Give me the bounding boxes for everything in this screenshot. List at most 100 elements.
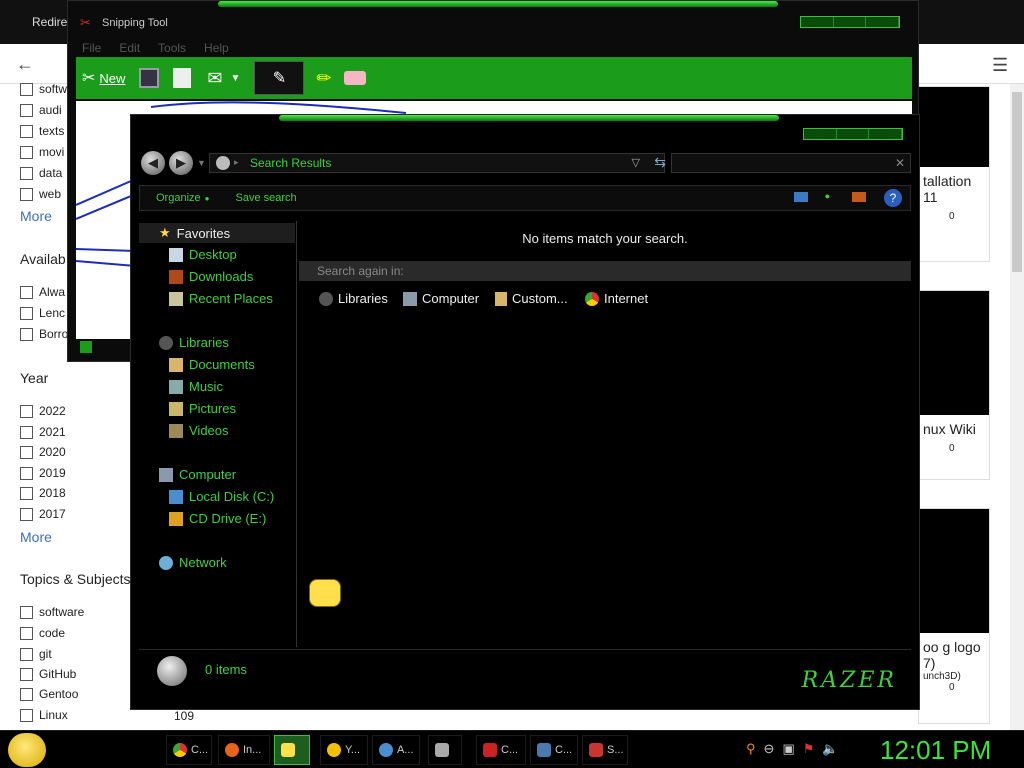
window-controls[interactable] <box>803 128 903 140</box>
window-controls[interactable] <box>800 16 900 28</box>
filter-media-0[interactable]: softw <box>20 82 67 96</box>
task-chrome[interactable]: C... <box>166 735 212 765</box>
checkbox[interactable] <box>20 285 33 299</box>
checkbox[interactable] <box>20 103 33 117</box>
result-card[interactable]: tallation 11 0 <box>918 86 990 262</box>
breadcrumb-search-results[interactable]: Search Results <box>250 156 331 170</box>
checkbox[interactable] <box>20 687 33 701</box>
scrollbar-thumb[interactable] <box>1012 92 1022 272</box>
filter-topic-5[interactable]: Linux <box>20 708 68 722</box>
start-orb-icon[interactable] <box>8 733 46 767</box>
filter-topic-1[interactable]: code <box>20 626 65 640</box>
nav-recent-places[interactable]: Recent Places <box>169 291 273 306</box>
close-button[interactable] <box>869 129 903 139</box>
filter-media-1[interactable]: audi <box>20 103 62 117</box>
checkbox[interactable] <box>20 124 33 138</box>
checkbox[interactable] <box>20 605 33 619</box>
menu-edit[interactable]: Edit <box>119 41 140 55</box>
checkbox[interactable] <box>20 647 33 661</box>
filter-topic-4[interactable]: Gentoo <box>20 687 78 701</box>
address-bar[interactable]: ▸ Search Results ▽ ⇆ <box>209 153 666 173</box>
filter-availability-1[interactable]: Lenc <box>20 306 65 320</box>
highlighter-icon[interactable]: ✏ <box>316 68 331 89</box>
menu-help[interactable]: Help <box>204 41 229 55</box>
volume-icon[interactable]: 🔈 <box>822 741 838 757</box>
checkbox[interactable] <box>20 486 33 500</box>
task-filezilla[interactable]: C... <box>476 735 526 765</box>
task-snipping-tool[interactable]: S... <box>582 735 628 765</box>
more-link-media[interactable]: More <box>20 208 52 224</box>
nav-music[interactable]: Music <box>169 379 223 394</box>
filter-year-1[interactable]: 2021 <box>20 425 66 439</box>
minimize-button[interactable] <box>801 17 834 27</box>
new-snip-button[interactable]: New <box>99 71 125 86</box>
close-button[interactable] <box>866 17 900 27</box>
network-tray-icon[interactable]: ▣ <box>782 741 794 757</box>
result-card[interactable]: nux Wiki 0 <box>918 290 990 480</box>
search-again-libraries[interactable]: Libraries <box>319 291 388 306</box>
filter-year-5[interactable]: 2017 <box>20 507 66 521</box>
view-options-icon[interactable]: ● <box>825 191 830 201</box>
nav-videos[interactable]: Videos <box>169 423 229 438</box>
save-icon[interactable] <box>139 68 160 88</box>
search-icon[interactable]: ⚲ <box>746 741 756 757</box>
filter-topic-3[interactable]: GitHub <box>20 667 76 681</box>
nav-favorites[interactable]: ★ Favorites <box>159 225 230 241</box>
search-folder-thumbnail-icon[interactable] <box>309 579 341 607</box>
checkbox[interactable] <box>20 507 33 521</box>
checkbox[interactable] <box>20 466 33 480</box>
organize-dropdown-icon[interactable]: ● <box>205 194 210 203</box>
nav-local-disk[interactable]: Local Disk (C:) <box>169 489 274 504</box>
checkbox[interactable] <box>20 404 33 418</box>
nav-documents[interactable]: Documents <box>169 357 255 372</box>
maximize-button[interactable] <box>834 17 867 27</box>
task-messenger[interactable]: Y... <box>320 735 368 765</box>
nav-cd-drive[interactable]: CD Drive (E:) <box>169 511 266 526</box>
task-media[interactable] <box>428 735 462 765</box>
search-again-custom[interactable]: Custom... <box>495 291 568 306</box>
search-again-internet[interactable]: Internet <box>585 291 648 306</box>
browser-tab-title[interactable]: Redire <box>32 15 67 29</box>
action-center-flag-icon[interactable]: ⚑ <box>803 741 815 757</box>
task-app[interactable]: A... <box>372 735 420 765</box>
save-search-button[interactable]: Save search <box>235 192 296 204</box>
explorer-window[interactable]: ◀ ▶ ▼ ▸ Search Results ▽ ⇆ ✕ Organize ● … <box>130 114 920 710</box>
send-dropdown-chevron-icon[interactable]: ▼ <box>231 73 241 84</box>
maximize-button[interactable] <box>837 129 870 139</box>
help-icon[interactable]: ? <box>884 189 902 207</box>
filter-availability-0[interactable]: Alwa <box>20 285 65 299</box>
nav-computer[interactable]: Computer <box>159 467 236 482</box>
organize-button[interactable]: Organize <box>156 192 201 204</box>
filter-topic-0[interactable]: software <box>20 605 84 619</box>
address-dropdown-icon[interactable]: ▽ <box>632 156 640 169</box>
minimize-button[interactable] <box>804 129 837 139</box>
filter-media-3[interactable]: movi <box>20 145 64 159</box>
checkbox[interactable] <box>20 327 33 341</box>
send-snip-icon[interactable]: ✉ <box>207 68 222 89</box>
back-button[interactable]: ◀ <box>141 151 165 175</box>
refresh-icon[interactable]: ⇆ <box>654 154 666 171</box>
filter-media-2[interactable]: texts <box>20 124 64 138</box>
breadcrumb-chevron-icon[interactable]: ▸ <box>234 157 239 168</box>
result-card[interactable]: oo g logo 7) unch3D) 0 <box>918 508 990 724</box>
search-again-computer[interactable]: Computer <box>403 291 479 306</box>
checkbox[interactable] <box>20 626 33 640</box>
minus-circle-icon[interactable]: ⊖ <box>764 741 775 757</box>
checkbox[interactable] <box>20 708 33 722</box>
filter-year-2[interactable]: 2020 <box>20 445 66 459</box>
nav-pictures[interactable]: Pictures <box>169 401 236 416</box>
filter-media-4[interactable]: data <box>20 166 62 180</box>
task-explorer[interactable] <box>274 735 310 765</box>
filter-year-0[interactable]: 2022 <box>20 404 66 418</box>
change-view-icon[interactable] <box>794 192 808 202</box>
checkbox[interactable] <box>20 306 33 320</box>
menu-tools[interactable]: Tools <box>158 41 186 55</box>
page-scrollbar[interactable] <box>1010 84 1024 730</box>
filter-media-5[interactable]: web <box>20 187 61 201</box>
resize-grip-icon[interactable] <box>80 341 92 353</box>
checkbox[interactable] <box>20 82 33 96</box>
clock[interactable]: 12:01 PM <box>880 735 991 766</box>
nav-desktop[interactable]: Desktop <box>169 247 237 262</box>
copy-icon[interactable] <box>173 68 192 88</box>
filter-year-4[interactable]: 2018 <box>20 486 66 500</box>
